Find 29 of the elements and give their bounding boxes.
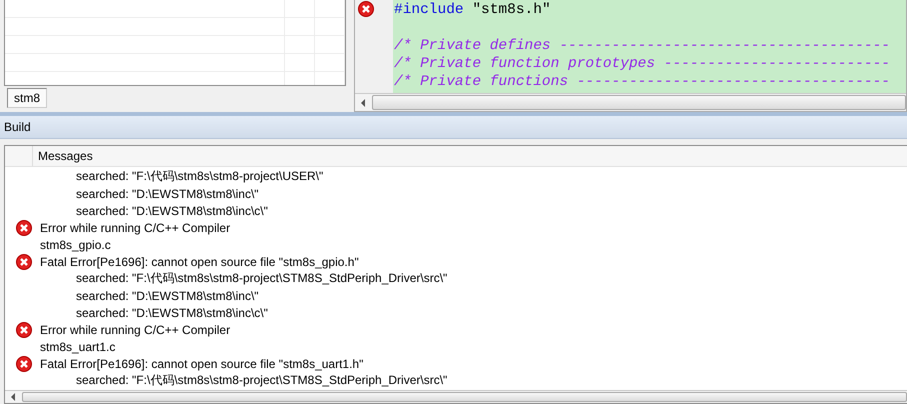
build-message: Error while running C/C++ Compiler [40,220,230,234]
build-message: searched: "D:\EWSTM8\stm8\inc\c\" [76,204,268,218]
horizontal-scrollbar[interactable] [355,93,906,111]
error-icon [16,322,32,338]
build-message: searched: "F:\代码\stm8s\stm8-project\STM8S_StdPeriph_Driver\src\" [76,270,448,287]
build-message: searched: "D:\EWSTM8\stm8\inc\" [76,186,259,200]
column-header[interactable]: Messages [33,146,93,166]
build-message: Error while running C/C++ Compiler [40,322,230,336]
build-message: searched: "D:\EWSTM8\stm8\inc\c\" [76,306,268,320]
build-message: searched: "F:\代码\stm8s\stm8-project\USER\" [76,168,324,185]
workspace-tab[interactable]: stm8 [7,88,48,108]
panel-title: Build [4,120,31,134]
error-icon [16,220,32,236]
code-comment: /* Private function prototypes -------------------------- [394,56,890,72]
build-message: Fatal Error[Pe1696]: cannot open source file "stm8s_gpio.h" [40,254,359,268]
build-message: stm8s_gpio.c [40,238,111,252]
error-icon [16,356,32,372]
code-comment: /* Private functions ------------------------------------ [394,74,890,90]
build-message: searched: "F:\代码\stm8s\stm8-project\STM8S_StdPeriph_Driver\src\" [76,372,448,389]
code-comment: /* Private defines -------------------------------------- [394,38,890,54]
error-icon [358,1,374,17]
build-message: stm8s_uart1.c [40,340,116,354]
error-icon [16,254,32,270]
horizontal-scrollbar[interactable] [5,390,907,403]
build-message: Fatal Error[Pe1696]: cannot open source file "stm8s_uart1.h" [40,356,364,370]
scrollbar-thumb[interactable] [22,392,907,402]
scrollbar-thumb[interactable] [372,95,906,110]
build-message: searched: "D:\EWSTM8\stm8\inc\" [76,288,259,302]
code-line: #include "stm8s.h" [394,2,551,18]
